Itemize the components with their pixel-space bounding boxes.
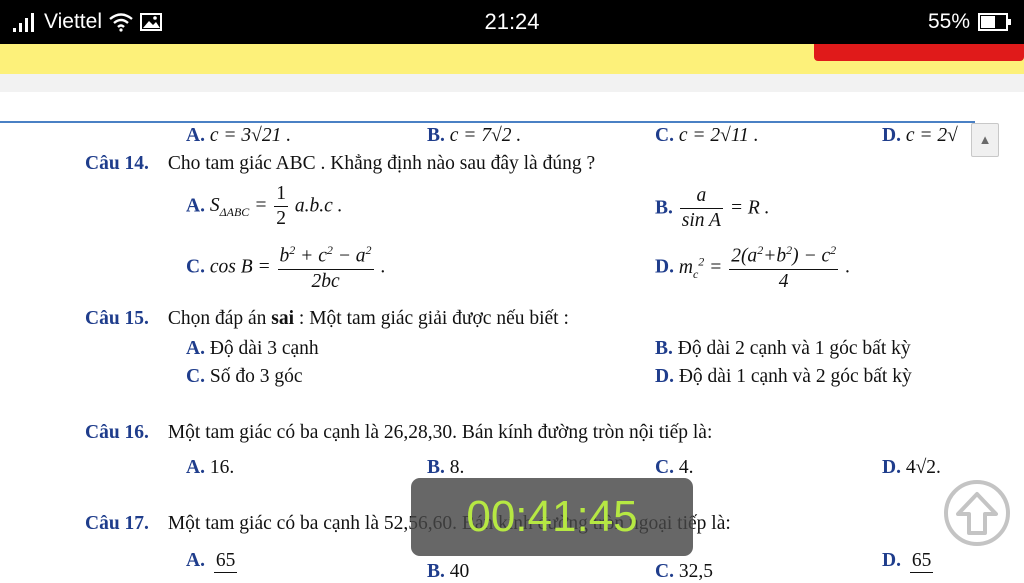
q14-option-d[interactable]: D. mc2 = 2(a2+b2) − c2 4 . (655, 244, 850, 292)
q16-heading: Câu 16. Một tam giác có ba cạnh là 26,28… (85, 422, 713, 443)
q17-option-c[interactable]: C. 32,5 (655, 561, 713, 583)
q17-option-d[interactable]: D. 65 (882, 550, 934, 573)
q16-option-a[interactable]: A. 16. (186, 457, 234, 479)
q13-option-a[interactable]: A. c = 3√21 . (186, 125, 291, 147)
q15-option-a[interactable]: A. Độ dài 3 cạnh (186, 338, 319, 360)
q15-option-d[interactable]: D. Độ dài 1 cạnh và 2 góc bất kỳ (655, 366, 912, 388)
q15-option-c[interactable]: C. Số đo 3 góc (186, 366, 302, 388)
q14-option-a[interactable]: A. SΔABC = 12 a.b.c . (186, 183, 343, 230)
q14-option-c[interactable]: C. cos B = b2 + c2 − a2 2bc . (186, 244, 385, 292)
arrow-up-icon (956, 492, 998, 535)
q16-option-d[interactable]: D. 4√2. (882, 457, 941, 479)
q17-option-a[interactable]: A. 65 (186, 550, 238, 573)
q16-option-b[interactable]: B. 8. (427, 457, 464, 479)
q13-option-d[interactable]: D. c = 2√ (882, 125, 958, 147)
q14-option-b[interactable]: B. a sin A = R . (655, 185, 770, 232)
q16-option-c[interactable]: C. 4. (655, 457, 693, 479)
q15-option-b[interactable]: B. Độ dài 2 cạnh và 1 góc bất kỳ (655, 338, 911, 360)
triangle-up-icon: ▲ (978, 132, 992, 147)
back-to-top-button[interactable] (944, 480, 1010, 546)
q13-option-c[interactable]: C. c = 2√11 . (655, 125, 759, 147)
timer-overlay: 00:41:45 (411, 478, 693, 556)
q14-heading: Câu 14. Cho tam giác ABC . Khẳng định nà… (85, 153, 596, 174)
q13-option-b[interactable]: B. c = 7√2 . (427, 125, 521, 147)
q17-option-b[interactable]: B. 40 (427, 561, 469, 583)
scroll-up-button[interactable]: ▲ (971, 123, 999, 157)
q15-heading: Câu 15. Chọn đáp án sai : Một tam giác g… (85, 308, 569, 329)
